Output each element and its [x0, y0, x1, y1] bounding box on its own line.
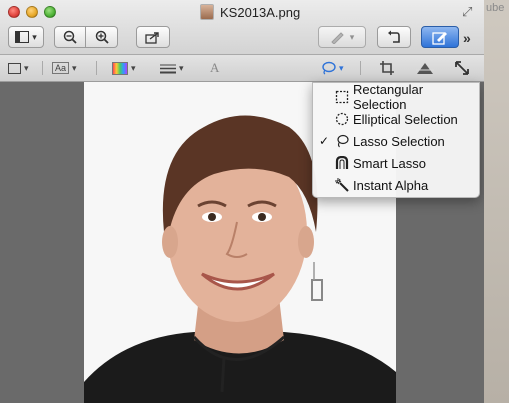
document-thumbnail-icon: [200, 4, 214, 20]
menu-item-label: Smart Lasso: [353, 155, 426, 171]
elliptical-selection-icon: [335, 112, 349, 126]
color-swatch-icon: [112, 61, 128, 75]
text-style-icon: Aa: [52, 62, 70, 74]
zoom-out-icon: [63, 30, 77, 44]
shapes-dropdown-arrow: ▾: [24, 62, 29, 73]
edit-pencil-icon: [432, 31, 447, 45]
font-button[interactable]: A: [210, 59, 219, 77]
close-window-button[interactable]: [8, 6, 20, 18]
sidebar-icon: [15, 31, 30, 43]
annotate-pen-icon: [331, 32, 344, 44]
color-dropdown-arrow: ▾: [131, 62, 136, 73]
toolbar-divider: [42, 61, 43, 75]
share-icon: [145, 31, 159, 44]
rotate-button[interactable]: [377, 26, 411, 48]
edit-toolbar-button[interactable]: [421, 26, 459, 48]
menu-item-rectangular-selection[interactable]: Rectangular Selection: [313, 82, 479, 112]
menu-item-lasso-selection[interactable]: ✓ Lasso Selection: [313, 130, 479, 152]
selection-dropdown-arrow: ▾: [339, 62, 344, 73]
title-bar: KS2013A.png ⤢ ▾ ▾ »: [0, 0, 484, 55]
fullscreen-icon[interactable]: ⤢: [462, 4, 472, 20]
menu-item-label: Instant Alpha: [353, 177, 429, 193]
toolbar-divider: [96, 61, 97, 75]
resize-icon: [455, 61, 469, 75]
smart-lasso-icon: [335, 156, 349, 169]
text-style-dropdown-arrow: ▾: [72, 62, 77, 73]
rotate-icon: [388, 30, 400, 43]
zoom-in-icon: [95, 30, 109, 44]
menu-item-instant-alpha[interactable]: Instant Alpha: [313, 174, 479, 196]
line-style-icon: [160, 64, 176, 73]
adjust-color-button[interactable]: [416, 59, 434, 77]
minimize-window-button[interactable]: [26, 6, 38, 18]
crop-icon: [380, 61, 394, 75]
lasso-selection-icon: [337, 134, 349, 148]
window-title-text: KS2013A.png: [220, 4, 301, 20]
lasso-icon: [322, 61, 336, 75]
zoom-out-button[interactable]: [54, 26, 86, 48]
rectangle-shape-icon: [8, 62, 21, 74]
menu-item-smart-lasso[interactable]: Smart Lasso: [313, 152, 479, 174]
menu-item-label: Lasso Selection: [353, 133, 445, 149]
background-window-text: ube: [486, 2, 505, 14]
sidebar-view-button[interactable]: ▾: [8, 26, 44, 48]
text-style-menu-button[interactable]: Aa ▾: [52, 59, 77, 77]
adjust-color-icon: [416, 62, 434, 74]
edit-toolbar: ▾ Aa ▾ ▾ ▾ A ▾: [0, 55, 484, 82]
zoom-in-button[interactable]: [86, 26, 118, 48]
shapes-menu-button[interactable]: ▾: [8, 59, 29, 77]
selection-tools-menu-button[interactable]: ▾: [320, 59, 344, 77]
checkmark-icon: ✓: [319, 134, 330, 148]
menu-item-elliptical-selection[interactable]: Elliptical Selection: [313, 108, 479, 130]
rectangular-selection-icon: [335, 90, 349, 104]
annotate-button[interactable]: ▾: [318, 26, 366, 48]
preview-window: KS2013A.png ⤢ ▾ ▾ » ▾ Aa ▾ ▾ ▾ A ▾ Recta…: [0, 0, 485, 403]
sidebar-dropdown-arrow: ▾: [32, 31, 37, 42]
toolbar-divider: [360, 61, 361, 75]
share-button[interactable]: [136, 26, 170, 48]
selection-tools-menu: Rectangular Selection Elliptical Selecti…: [312, 82, 480, 198]
adjust-size-button[interactable]: [455, 59, 469, 77]
desktop-background: [484, 0, 509, 403]
toolbar-overflow-button[interactable]: »: [463, 30, 471, 46]
crop-button[interactable]: [380, 59, 394, 77]
menu-item-label: Elliptical Selection: [353, 111, 458, 127]
line-style-menu-button[interactable]: ▾: [160, 59, 184, 77]
zoom-window-button[interactable]: [44, 6, 56, 18]
instant-alpha-icon: [335, 178, 349, 192]
window-title: KS2013A.png: [200, 3, 300, 21]
annotate-dropdown-arrow: ▾: [349, 31, 355, 42]
line-style-dropdown-arrow: ▾: [179, 62, 184, 73]
color-menu-button[interactable]: ▾: [112, 59, 136, 77]
